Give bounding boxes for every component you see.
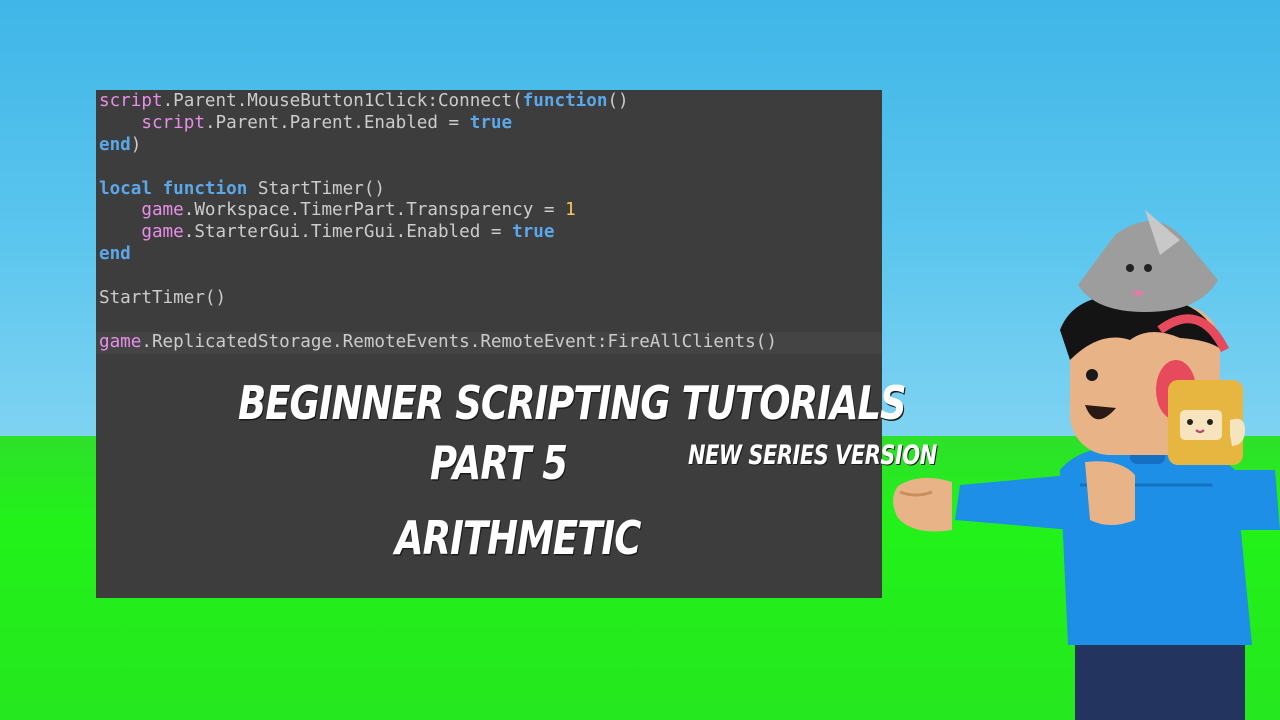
topic-title: ARITHMETIC (395, 511, 641, 566)
roblox-avatar-character-icon (893, 210, 1280, 720)
code-token: .ReplicatedStorage.RemoteEvents.RemoteEv… (141, 331, 777, 352)
code-token: function (162, 178, 248, 199)
code-token: end (99, 134, 131, 155)
code-line: end) (99, 135, 777, 157)
code-token: StartTimer() (247, 178, 386, 199)
code-token: true (469, 112, 513, 133)
code-line: script.Parent.Parent.Enabled = true (99, 113, 777, 135)
code-token: .Parent.Parent.Enabled = (204, 112, 470, 133)
title-heading: BEGINNER SCRIPTING TUTORIALS (238, 376, 907, 431)
code-line: StartTimer() (99, 288, 777, 310)
part-number: PART 5 (430, 436, 568, 491)
code-line: local function StartTimer() (99, 179, 777, 201)
code-line: game.ReplicatedStorage.RemoteEvents.Remo… (99, 332, 777, 354)
code-token: () (607, 91, 629, 111)
code-block: script.Parent.MouseButton1Click:Connect(… (99, 91, 777, 354)
code-token: game (141, 200, 184, 221)
code-line: game.StarterGui.TimerGui.Enabled = true (99, 222, 777, 244)
code-line: script.Parent.MouseButton1Click:Connect(… (99, 91, 777, 113)
code-token: ) (130, 134, 142, 155)
code-token: end (99, 244, 131, 265)
code-line: end (99, 244, 777, 266)
code-token: true (512, 222, 555, 243)
code-token: game (99, 331, 142, 352)
code-token: game (141, 222, 184, 243)
code-token: .StarterGui.TimerGui.Enabled = (183, 222, 513, 243)
code-token: StartTimer() (99, 288, 227, 309)
code-token: script (99, 91, 163, 111)
code-token: 1 (565, 200, 576, 221)
code-token: script (141, 112, 205, 133)
code-line: game.Workspace.TimerPart.Transparency = … (99, 200, 777, 222)
code-token: .Workspace.TimerPart.Transparency = (183, 200, 566, 221)
code-token: local (99, 178, 152, 199)
code-token: function (522, 91, 608, 111)
code-token: .Parent.MouseButton1Click:Connect( (162, 91, 523, 111)
